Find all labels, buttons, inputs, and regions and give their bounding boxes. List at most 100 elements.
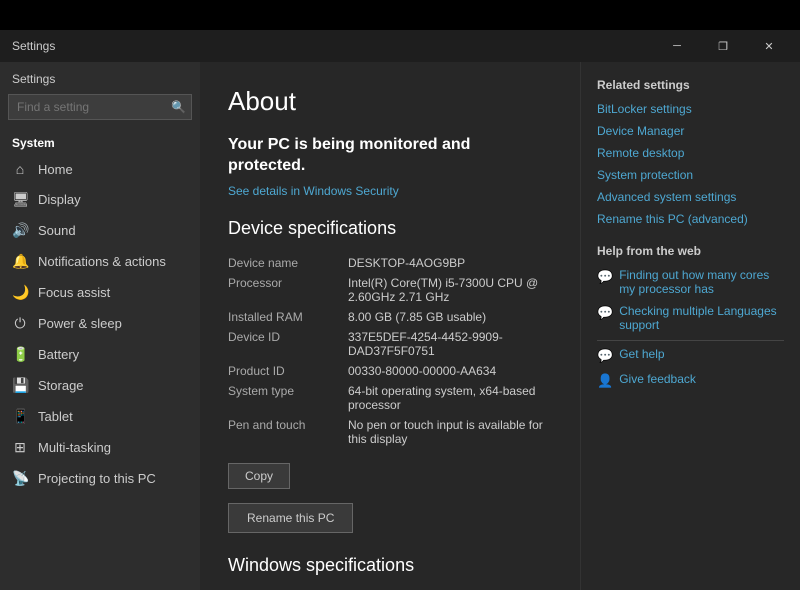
device-section-heading: Device specifications: [228, 218, 552, 239]
table-row: Device ID 337E5DEF-4254-4452-9909-DAD37F…: [228, 327, 552, 361]
battery-icon: 🔋: [12, 346, 28, 363]
sidebar-item-power[interactable]: ⏻ Power & sleep: [0, 308, 200, 339]
give-feedback-icon: 👤: [597, 373, 613, 389]
device-spec-table: Device name DESKTOP-4AOG9BP Processor In…: [228, 253, 552, 449]
give-feedback-label: Give feedback: [619, 372, 696, 386]
related-link-rename-advanced[interactable]: Rename this PC (advanced): [597, 212, 784, 226]
sidebar-section-label: System: [0, 128, 200, 154]
get-help-link[interactable]: 💬 Get help: [597, 347, 784, 364]
close-button[interactable]: ✕: [746, 30, 792, 62]
copy-button[interactable]: Copy: [228, 463, 290, 489]
minimize-button[interactable]: ─: [654, 30, 700, 62]
sidebar-item-power-label: Power & sleep: [38, 316, 122, 331]
sidebar-search-container: 🔍: [8, 94, 192, 120]
sidebar-item-battery-label: Battery: [38, 347, 79, 362]
page-title: About: [228, 86, 552, 117]
sidebar-item-storage-label: Storage: [38, 378, 84, 393]
home-icon: ⌂: [12, 161, 28, 177]
related-link-device-manager[interactable]: Device Manager: [597, 124, 784, 138]
right-panel: Related settings BitLocker settings Devi…: [580, 62, 800, 590]
sidebar-item-projecting-label: Projecting to this PC: [38, 471, 156, 486]
help-link-languages[interactable]: 💬 Checking multiple Languages support: [597, 304, 784, 332]
spec-label: Processor: [228, 273, 348, 307]
get-help-icon: 💬: [597, 348, 613, 364]
spec-value: Intel(R) Core(TM) i5-7300U CPU @ 2.60GHz…: [348, 273, 552, 307]
related-link-bitlocker[interactable]: BitLocker settings: [597, 102, 784, 116]
related-link-system-protection[interactable]: System protection: [597, 168, 784, 182]
related-settings-heading: Related settings: [597, 78, 784, 92]
titlebar-title: Settings: [12, 39, 55, 53]
spec-value: 64-bit operating system, x64-based proce…: [348, 381, 552, 415]
spec-label: Product ID: [228, 361, 348, 381]
help-from-web-heading: Help from the web: [597, 244, 784, 258]
table-row: Pen and touch No pen or touch input is a…: [228, 415, 552, 449]
table-row: Installed RAM 8.00 GB (7.85 GB usable): [228, 307, 552, 327]
windows-section-heading: Windows specifications: [228, 555, 552, 576]
display-icon: 🖥: [12, 191, 28, 208]
get-help-label: Get help: [619, 347, 664, 361]
sidebar-item-multitasking[interactable]: ⊞ Multi-tasking: [0, 432, 200, 463]
help-link-languages-label: Checking multiple Languages support: [619, 304, 784, 332]
sidebar-item-tablet[interactable]: 📱 Tablet: [0, 401, 200, 432]
spec-label: Device ID: [228, 327, 348, 361]
related-link-remote-desktop[interactable]: Remote desktop: [597, 146, 784, 160]
help-link-cores[interactable]: 💬 Finding out how many cores my processo…: [597, 268, 784, 296]
help-link-cores-label: Finding out how many cores my processor …: [619, 268, 784, 296]
sidebar-item-notifications-label: Notifications & actions: [38, 254, 166, 269]
spec-label: System type: [228, 381, 348, 415]
help-cores-icon: 💬: [597, 269, 613, 285]
search-icon: 🔍: [171, 100, 186, 114]
sidebar-item-home[interactable]: ⌂ Home: [0, 154, 200, 184]
divider: [597, 340, 784, 341]
spec-value: 00330-80000-00000-AA634: [348, 361, 552, 381]
sidebar-item-display-label: Display: [38, 192, 81, 207]
settings-window: Settings ─ ❐ ✕ Settings 🔍 System ⌂ Home …: [0, 30, 800, 590]
sound-icon: 🔊: [12, 222, 28, 239]
content-area: Settings 🔍 System ⌂ Home 🖥 Display 🔊 Sou…: [0, 62, 800, 590]
restore-button[interactable]: ❐: [700, 30, 746, 62]
security-text: Your PC is being monitored and protected…: [228, 135, 552, 177]
spec-value: No pen or touch input is available for t…: [348, 415, 552, 449]
spec-label: Device name: [228, 253, 348, 273]
sidebar-item-multitasking-label: Multi-tasking: [38, 440, 111, 455]
spec-value: DESKTOP-4AOG9BP: [348, 253, 552, 273]
spec-value: 8.00 GB (7.85 GB usable): [348, 307, 552, 327]
notifications-icon: 🔔: [12, 253, 28, 270]
projecting-icon: 📡: [12, 470, 28, 487]
help-languages-icon: 💬: [597, 305, 613, 321]
table-row: Processor Intel(R) Core(TM) i5-7300U CPU…: [228, 273, 552, 307]
storage-icon: 💾: [12, 377, 28, 394]
table-row: Product ID 00330-80000-00000-AA634: [228, 361, 552, 381]
table-row: Device name DESKTOP-4AOG9BP: [228, 253, 552, 273]
sidebar-item-home-label: Home: [38, 162, 73, 177]
security-banner: Your PC is being monitored and protected…: [228, 135, 552, 198]
power-icon: ⏻: [12, 315, 28, 332]
rename-button[interactable]: Rename this PC: [228, 503, 353, 533]
sidebar-item-display[interactable]: 🖥 Display: [0, 184, 200, 215]
sidebar: Settings 🔍 System ⌂ Home 🖥 Display 🔊 Sou…: [0, 62, 200, 590]
search-input[interactable]: [8, 94, 192, 120]
sidebar-item-battery[interactable]: 🔋 Battery: [0, 339, 200, 370]
multitasking-icon: ⊞: [12, 439, 28, 456]
sidebar-item-tablet-label: Tablet: [38, 409, 73, 424]
main-content: About Your PC is being monitored and pro…: [200, 62, 580, 590]
sidebar-item-projecting[interactable]: 📡 Projecting to this PC: [0, 463, 200, 494]
tablet-icon: 📱: [12, 408, 28, 425]
spec-label: Installed RAM: [228, 307, 348, 327]
titlebar: Settings ─ ❐ ✕: [0, 30, 800, 62]
sidebar-item-sound-label: Sound: [38, 223, 76, 238]
spec-label: Pen and touch: [228, 415, 348, 449]
sidebar-item-storage[interactable]: 💾 Storage: [0, 370, 200, 401]
sidebar-app-title: Settings: [0, 66, 200, 94]
sidebar-item-focus[interactable]: 🌙 Focus assist: [0, 277, 200, 308]
sidebar-item-sound[interactable]: 🔊 Sound: [0, 215, 200, 246]
related-link-advanced-system[interactable]: Advanced system settings: [597, 190, 784, 204]
spec-value: 337E5DEF-4254-4452-9909-DAD37F5F0751: [348, 327, 552, 361]
titlebar-controls: ─ ❐ ✕: [654, 30, 792, 62]
security-link[interactable]: See details in Windows Security: [228, 184, 399, 198]
table-row: System type 64-bit operating system, x64…: [228, 381, 552, 415]
sidebar-item-focus-label: Focus assist: [38, 285, 110, 300]
give-feedback-link[interactable]: 👤 Give feedback: [597, 372, 784, 389]
sidebar-item-notifications[interactable]: 🔔 Notifications & actions: [0, 246, 200, 277]
focus-icon: 🌙: [12, 284, 28, 301]
